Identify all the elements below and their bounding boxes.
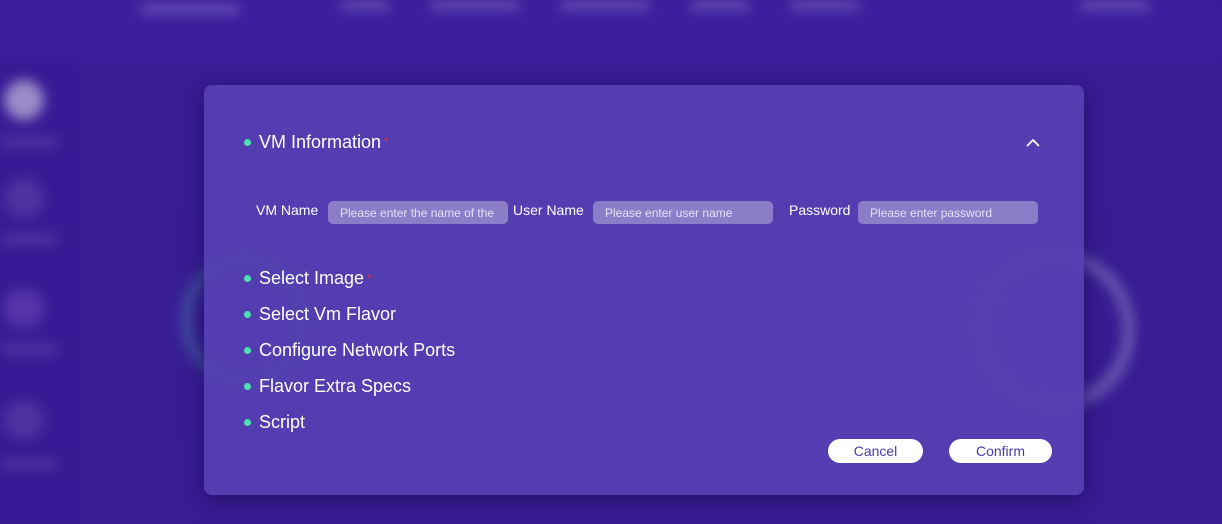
section-select-image[interactable]: Select Image * (244, 268, 372, 289)
dot-icon (244, 419, 251, 426)
cancel-button[interactable]: Cancel (828, 439, 923, 463)
chevron-up-icon (1026, 138, 1040, 146)
create-vm-dialog: VM Information * VM Name User Name Passw… (204, 85, 1084, 495)
section-label: VM Information (259, 132, 382, 152)
password-label: Password (789, 202, 851, 218)
dot-icon (244, 311, 251, 318)
confirm-button[interactable]: Confirm (949, 439, 1052, 463)
section-script[interactable]: Script (244, 412, 305, 433)
dot-icon (244, 275, 251, 282)
user-name-label: User Name (513, 202, 584, 218)
section-label: Flavor Extra Specs (259, 376, 412, 396)
section-label: Select Vm Flavor (259, 304, 397, 324)
vm-name-label: VM Name (256, 202, 319, 218)
section-flavor-extra-specs[interactable]: Flavor Extra Specs (244, 376, 411, 397)
section-label: Select Image (259, 268, 365, 288)
dot-icon (244, 139, 251, 146)
dot-icon (244, 347, 251, 354)
required-mark: * (384, 134, 389, 149)
password-input[interactable] (858, 201, 1038, 224)
collapse-button[interactable] (1021, 130, 1045, 154)
section-configure-network-ports[interactable]: Configure Network Ports (244, 340, 455, 361)
vm-name-input[interactable] (328, 201, 508, 224)
section-vm-information[interactable]: VM Information * (244, 132, 389, 153)
required-mark: * (367, 270, 372, 285)
section-select-vm-flavor[interactable]: Select Vm Flavor (244, 304, 396, 325)
dot-icon (244, 383, 251, 390)
user-name-input[interactable] (593, 201, 773, 224)
section-label: Script (259, 412, 306, 432)
section-label: Configure Network Ports (259, 340, 456, 360)
